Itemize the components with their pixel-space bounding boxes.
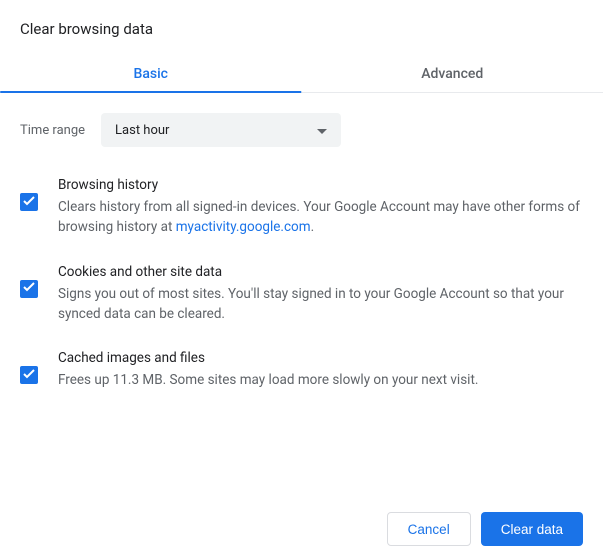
option-text: Cached images and files Frees up 11.3 MB… <box>58 350 583 390</box>
option-title: Cached images and files <box>58 350 583 366</box>
tab-advanced[interactable]: Advanced <box>302 54 603 92</box>
checkbox-cookies[interactable] <box>20 280 38 298</box>
option-text: Cookies and other site data Signs you ou… <box>58 264 583 325</box>
time-range-value: Last hour <box>115 123 317 138</box>
check-icon <box>23 195 35 210</box>
option-title: Browsing history <box>58 177 583 193</box>
option-title: Cookies and other site data <box>58 264 583 280</box>
option-browsing-history: Browsing history Clears history from all… <box>20 177 583 238</box>
option-cookies: Cookies and other site data Signs you ou… <box>20 264 583 325</box>
option-desc-pre: Clears history from all signed-in device… <box>58 199 580 235</box>
tab-basic[interactable]: Basic <box>0 54 302 92</box>
checkbox-cache[interactable] <box>20 366 38 384</box>
myactivity-link[interactable]: myactivity.google.com <box>176 219 311 235</box>
check-icon <box>23 281 35 296</box>
option-text: Browsing history Clears history from all… <box>58 177 583 238</box>
option-desc: Frees up 11.3 MB. Some sites may load mo… <box>58 370 583 390</box>
option-desc-post: . <box>311 219 315 235</box>
time-range-row: Time range Last hour <box>20 113 583 147</box>
option-desc: Clears history from all signed-in device… <box>58 197 583 238</box>
chevron-down-icon <box>317 123 327 138</box>
option-cache: Cached images and files Frees up 11.3 MB… <box>20 350 583 390</box>
checkbox-browsing-history[interactable] <box>20 193 38 211</box>
tab-bar: Basic Advanced <box>0 54 603 93</box>
clear-data-button[interactable]: Clear data <box>481 512 583 546</box>
dialog-footer: Cancel Clear data <box>387 512 583 546</box>
time-range-label: Time range <box>20 123 85 138</box>
time-range-select[interactable]: Last hour <box>101 113 341 147</box>
dialog-title: Clear browsing data <box>0 0 603 54</box>
cancel-button[interactable]: Cancel <box>387 512 471 546</box>
dialog-content: Time range Last hour Browsing history Cl… <box>0 93 603 436</box>
check-icon <box>23 368 35 383</box>
option-desc: Signs you out of most sites. You'll stay… <box>58 284 583 325</box>
